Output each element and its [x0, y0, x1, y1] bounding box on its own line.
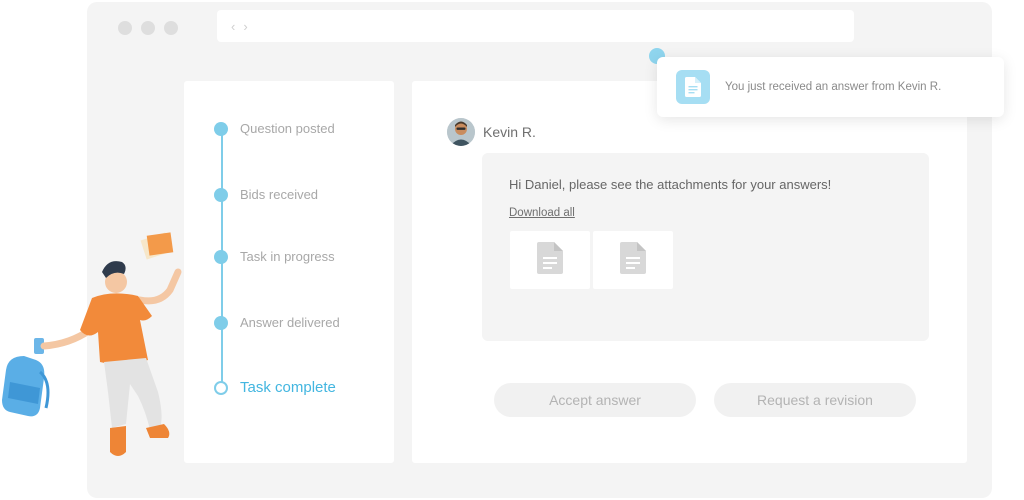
attachment-file[interactable] — [593, 231, 673, 289]
timeline-step-answer-delivered: Answer delivered — [214, 315, 340, 330]
notification-toast[interactable]: You just received an answer from Kevin R… — [657, 57, 1004, 117]
paper-illustration — [140, 232, 174, 260]
step-complete-dot — [214, 121, 228, 136]
window-control-dot[interactable] — [118, 21, 132, 35]
step-complete-dot — [214, 187, 228, 202]
attachment-file[interactable] — [510, 231, 590, 289]
step-current-ring — [214, 380, 228, 395]
step-complete-dot — [214, 249, 228, 264]
message-sender: Kevin R. — [447, 118, 536, 146]
window-control-dot[interactable] — [164, 21, 178, 35]
avatar[interactable] — [447, 118, 475, 146]
sender-name: Kevin R. — [483, 124, 536, 140]
timeline-step-question-posted: Question posted — [214, 121, 335, 136]
message-text: Hi Daniel, please see the attachments fo… — [509, 177, 832, 192]
student-illustration — [2, 232, 182, 456]
timeline-step-task-in-progress: Task in progress — [214, 249, 335, 264]
window-control-dot[interactable] — [141, 21, 155, 35]
accept-answer-button[interactable]: Accept answer — [494, 383, 696, 417]
step-label: Question posted — [240, 121, 335, 136]
answer-panel: Kevin R. Hi Daniel, please see the attac… — [412, 81, 967, 463]
window-controls — [118, 21, 178, 35]
backpack-illustration — [2, 356, 50, 417]
task-progress-timeline: Question posted Bids received Task in pr… — [184, 81, 394, 463]
timeline-step-task-complete: Task complete — [214, 379, 336, 396]
request-revision-button[interactable]: Request a revision — [714, 383, 916, 417]
step-complete-dot — [214, 315, 228, 330]
document-icon — [620, 241, 646, 279]
step-label-current: Task complete — [240, 379, 336, 396]
message-bubble: Hi Daniel, please see the attachments fo… — [482, 153, 929, 341]
step-label: Answer delivered — [240, 315, 340, 330]
timeline-step-bids-received: Bids received — [214, 187, 318, 202]
step-label: Task in progress — [240, 249, 335, 264]
notification-text: You just received an answer from Kevin R… — [725, 81, 942, 93]
document-icon — [676, 70, 710, 104]
step-label: Bids received — [240, 187, 319, 202]
forward-arrow-icon[interactable]: › — [243, 20, 247, 33]
document-icon — [537, 241, 563, 279]
back-arrow-icon[interactable]: ‹ — [231, 20, 235, 33]
download-all-link[interactable]: Download all — [509, 207, 575, 219]
address-bar[interactable]: ‹ › — [217, 10, 854, 42]
